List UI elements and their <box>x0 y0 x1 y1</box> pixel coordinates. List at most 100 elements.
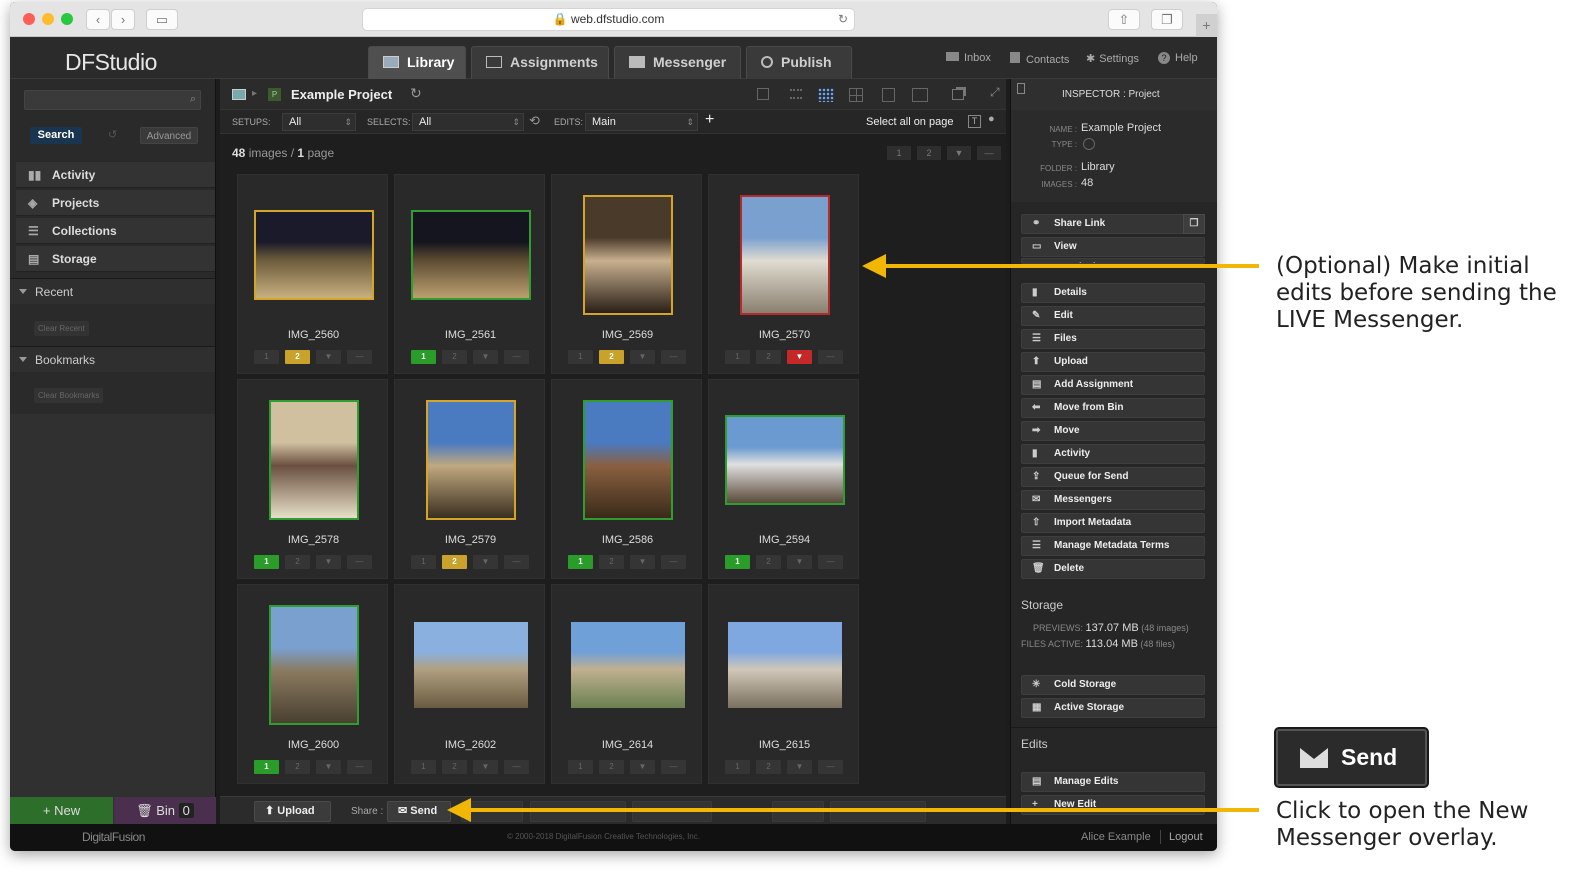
clear-recent-button[interactable]: Clear Recent <box>34 321 89 336</box>
search-input[interactable]: ⌕ <box>24 90 201 110</box>
pager-clear[interactable]: — <box>977 146 1001 160</box>
select-2-button[interactable]: 2 <box>599 760 624 774</box>
bookmarks-section[interactable]: Bookmarks <box>10 346 215 372</box>
active-storage-button[interactable]: ▦ Active Storage <box>1021 698 1205 718</box>
maximize-window-button[interactable] <box>61 13 73 25</box>
image-thumbnail[interactable] <box>727 622 842 708</box>
image-thumbnail[interactable] <box>268 605 359 725</box>
single-view-icon[interactable] <box>882 88 895 102</box>
manage-edits-button[interactable]: ▤ Manage Edits <box>1021 772 1205 792</box>
new-tab-button[interactable]: + <box>1196 14 1217 37</box>
select-1-button[interactable]: 1 <box>568 760 593 774</box>
image-thumbnail[interactable] <box>724 415 845 505</box>
reject-button[interactable]: ▼ <box>316 350 341 364</box>
sidebar-item-projects[interactable]: ◈ Projects <box>16 190 215 216</box>
select-all-link[interactable]: Select all on page <box>866 116 953 128</box>
reject-button[interactable]: ▼ <box>316 760 341 774</box>
clear-rating-button[interactable]: — <box>661 350 686 364</box>
select-1-button[interactable]: 1 <box>725 760 750 774</box>
image-thumbnail[interactable] <box>253 210 374 300</box>
image-tile[interactable]: IMG_2578 1 2 ▼ — <box>237 379 388 579</box>
small-grid-icon[interactable] <box>818 88 834 102</box>
selects-select[interactable]: All ⇕ <box>412 113 524 131</box>
compare-view-icon[interactable] <box>912 88 928 102</box>
pager-2[interactable]: 2 <box>917 146 941 160</box>
contacts-link[interactable]: Contacts <box>1010 52 1069 66</box>
add-assignment-button[interactable]: ▤ Add Assignment <box>1021 375 1205 395</box>
back-button[interactable]: ‹ <box>86 9 110 30</box>
image-tile[interactable]: IMG_2594 1 2 ▼ — <box>708 379 859 579</box>
zoom-icon[interactable]: ● <box>988 113 995 125</box>
image-thumbnail[interactable] <box>268 400 359 520</box>
pager-1[interactable]: 1 <box>887 146 911 160</box>
image-tile[interactable]: IMG_2560 1 2 ▼ — <box>237 174 388 374</box>
image-tile[interactable]: IMG_2570 1 2 ▼ — <box>708 174 859 374</box>
select-2-button[interactable]: 2 <box>285 555 310 569</box>
clear-bookmarks-button[interactable]: Clear Bookmarks <box>34 388 104 403</box>
tab-library[interactable]: Library <box>368 46 466 79</box>
bin-button[interactable]: 🗑 Bin 0 <box>114 797 216 824</box>
reject-button[interactable]: ▼ <box>473 760 498 774</box>
search-icon[interactable]: ⌕ <box>190 93 196 106</box>
user-name[interactable]: Alice Example <box>1081 831 1151 843</box>
image-thumbnail[interactable] <box>739 195 830 315</box>
tab-publish[interactable]: Publish <box>746 46 852 79</box>
share-icon[interactable]: ⇧ <box>1108 9 1140 30</box>
image-tile[interactable]: IMG_2615 1 2 ▼ — <box>708 584 859 784</box>
refresh-icon[interactable]: ↻ <box>410 85 422 102</box>
sidebar-item-activity[interactable]: ▮▮ Activity <box>16 162 215 188</box>
stack-icon[interactable] <box>952 89 964 100</box>
clear-rating-button[interactable]: — <box>504 760 529 774</box>
image-tile[interactable]: IMG_2569 1 2 ▼ — <box>551 174 702 374</box>
clear-rating-button[interactable]: — <box>347 555 372 569</box>
move-button[interactable]: ➡ Move <box>1021 421 1205 441</box>
clear-rating-button[interactable]: — <box>661 760 686 774</box>
bookmark-icon[interactable] <box>1017 83 1025 94</box>
reject-button[interactable]: ▼ <box>787 350 812 364</box>
move-from-bin-button[interactable]: ⬅ Move from Bin <box>1021 398 1205 418</box>
select-2-button[interactable]: 2 <box>285 350 310 364</box>
select-2-button[interactable]: 2 <box>599 555 624 569</box>
image-thumbnail[interactable] <box>582 195 673 315</box>
large-grid-icon[interactable] <box>849 88 863 102</box>
image-tile[interactable]: IMG_2600 1 2 ▼ — <box>237 584 388 784</box>
edit-button[interactable]: ✎ Edit <box>1021 306 1205 326</box>
select-1-button[interactable]: 1 <box>254 350 279 364</box>
select-2-button[interactable]: 2 <box>599 350 624 364</box>
tab-assignments[interactable]: Assignments <box>471 46 609 79</box>
import-metadata-button[interactable]: ⇧ Import Metadata <box>1021 513 1205 533</box>
sidebar-toggle-icon[interactable]: ▭ <box>146 9 178 30</box>
reject-button[interactable]: ▼ <box>473 555 498 569</box>
settings-link[interactable]: ✱ Settings <box>1086 52 1139 65</box>
queue-for-send-button[interactable]: ⇪ Queue for Send <box>1021 467 1205 487</box>
list-view-icon[interactable] <box>757 88 769 100</box>
search-button[interactable]: Search <box>30 127 82 144</box>
select-1-button[interactable]: 1 <box>254 555 279 569</box>
select-2-button[interactable]: 2 <box>442 760 467 774</box>
select-1-button[interactable]: 1 <box>254 760 279 774</box>
text-toggle-icon[interactable]: T <box>968 115 981 128</box>
image-tile[interactable]: IMG_2602 1 2 ▼ — <box>394 584 545 784</box>
image-tile[interactable]: IMG_2586 1 2 ▼ — <box>551 379 702 579</box>
clear-rating-button[interactable]: — <box>504 350 529 364</box>
reload-icon[interactable]: ↻ <box>838 9 848 30</box>
reject-button[interactable]: ▼ <box>473 350 498 364</box>
select-1-button[interactable]: 1 <box>411 350 436 364</box>
clear-rating-button[interactable]: — <box>504 555 529 569</box>
reject-button[interactable]: ▼ <box>630 350 655 364</box>
new-edit-button[interactable]: + New Edit <box>1021 795 1205 815</box>
reset-icon[interactable]: ↺ <box>108 128 117 141</box>
image-tile[interactable]: IMG_2579 1 2 ▼ — <box>394 379 545 579</box>
share-link-button[interactable]: ⚭ Share Link ❐ <box>1021 214 1205 234</box>
select-1-button[interactable]: 1 <box>568 555 593 569</box>
image-tile[interactable]: IMG_2614 1 2 ▼ — <box>551 584 702 784</box>
reject-button[interactable]: ▼ <box>630 760 655 774</box>
upload-button[interactable]: ⬆ Upload <box>254 801 331 822</box>
select-1-button[interactable]: 1 <box>725 555 750 569</box>
detail-view-icon[interactable] <box>790 89 802 99</box>
close-window-button[interactable] <box>23 13 35 25</box>
logout-link[interactable]: Logout <box>1169 831 1203 843</box>
image-thumbnail[interactable] <box>582 400 673 520</box>
files-button[interactable]: ☰ Files <box>1021 329 1205 349</box>
view-button[interactable]: ▭ View <box>1021 237 1205 257</box>
